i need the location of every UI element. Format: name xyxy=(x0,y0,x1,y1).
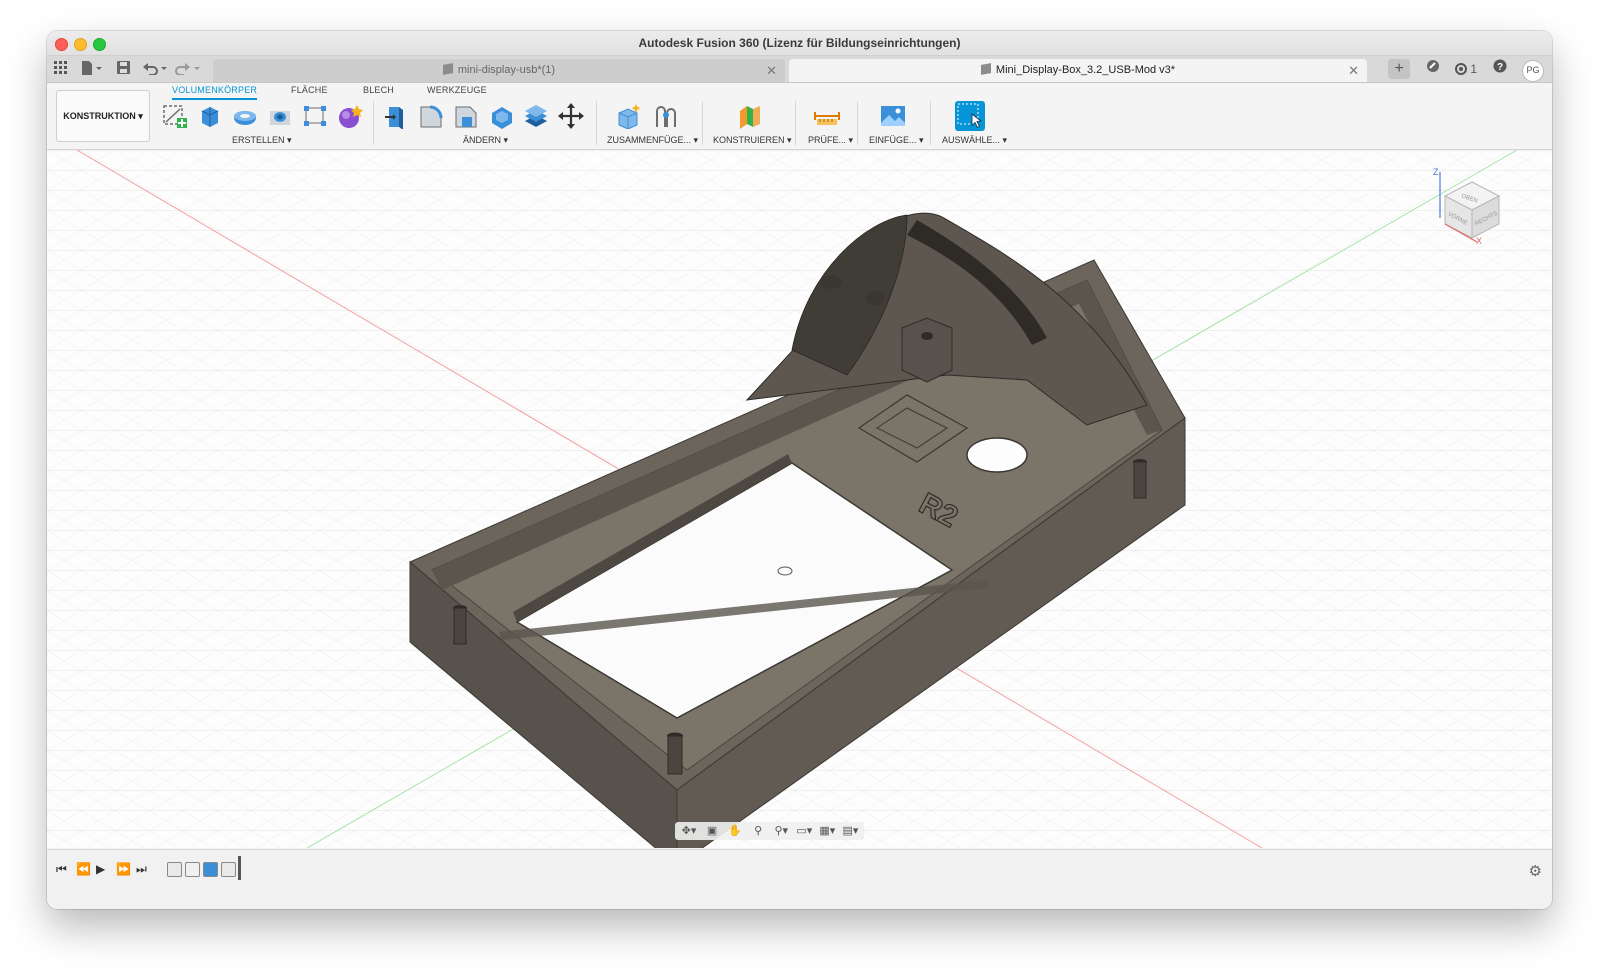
undo-icon[interactable] xyxy=(143,61,171,77)
document-icon xyxy=(980,63,991,75)
combine-icon[interactable] xyxy=(523,103,549,129)
close-tab-icon[interactable]: ✕ xyxy=(1348,59,1359,82)
workspace-switcher[interactable]: KONSTRUKTION ▾ xyxy=(56,90,150,142)
document-tab-bar: mini-display-usb*(1) ✕ Mini_Display-Box_… xyxy=(47,56,1552,83)
group-erstellen[interactable]: ERSTELLEN ▾ xyxy=(232,135,292,146)
ribbon-divider xyxy=(702,101,703,145)
3d-viewport[interactable]: R2 OBEN VORNE RECHTS Z X ✥▾ ▣ ✋ ⚲ ⚲▾ ▭▾ … xyxy=(47,150,1552,848)
timeline-feature-icon[interactable] xyxy=(167,862,182,877)
timeline-marker[interactable] xyxy=(238,856,241,880)
save-icon[interactable] xyxy=(117,61,130,77)
tab-label: mini-display-usb*(1) xyxy=(457,64,556,76)
tab-mini-display-usb[interactable]: mini-display-usb*(1) ✕ xyxy=(213,59,785,82)
tab-blech[interactable]: BLECH xyxy=(363,85,394,98)
step-forward-icon[interactable]: ⏩ xyxy=(116,862,131,876)
go-to-start-icon[interactable]: ⏮ xyxy=(56,862,67,877)
construction-plane-icon[interactable] xyxy=(737,103,763,129)
ribbon-divider xyxy=(373,101,374,145)
screw-hole xyxy=(453,605,467,645)
notification-count: 1 xyxy=(1470,62,1478,76)
new-tab-button[interactable]: + xyxy=(1388,59,1411,79)
group-einfuegen[interactable]: EINFÜGE... ▾ xyxy=(869,135,924,146)
create-form-icon[interactable] xyxy=(337,103,363,129)
tab-flaeche[interactable]: FLÄCHE xyxy=(291,85,328,98)
select-icon[interactable] xyxy=(955,101,985,131)
extrude-icon[interactable] xyxy=(197,103,223,129)
shell-icon[interactable] xyxy=(488,103,514,129)
measure-icon[interactable] xyxy=(814,103,840,129)
screw-hole xyxy=(1133,459,1147,499)
app-window: Autodesk Fusion 360 (Lizenz für Bildungs… xyxy=(47,31,1552,909)
file-menu-icon[interactable] xyxy=(81,61,103,77)
document-icon xyxy=(442,63,453,75)
display-settings-icon[interactable]: ▭▾ xyxy=(794,822,814,840)
tab-werkzeuge[interactable]: WERKZEUGE xyxy=(427,85,487,98)
timeline-extrude-icon[interactable] xyxy=(203,862,218,877)
orbit-icon[interactable]: ✥▾ xyxy=(679,822,699,840)
group-aendern[interactable]: ÄNDERN ▾ xyxy=(463,135,508,146)
extensions-icon[interactable] xyxy=(1423,59,1443,79)
ribbon-divider xyxy=(857,101,858,145)
move-copy-icon[interactable] xyxy=(558,103,584,129)
title-bar: Autodesk Fusion 360 (Lizenz für Bildungs… xyxy=(47,31,1552,56)
go-to-end-icon[interactable]: ⏭ xyxy=(136,862,147,877)
ribbon-divider xyxy=(795,101,796,145)
pattern-icon[interactable] xyxy=(302,103,328,129)
zoom-icon[interactable]: ⚲ xyxy=(748,822,768,840)
user-avatar[interactable]: PG xyxy=(1522,60,1544,82)
toolbar-ribbon: KONSTRUKTION ▾ VOLUMENKÖRPER FLÄCHE BLEC… xyxy=(47,83,1552,150)
hole-icon[interactable] xyxy=(267,103,293,129)
create-sketch-icon[interactable] xyxy=(162,103,188,129)
fit-icon[interactable]: ⚲▾ xyxy=(771,822,791,840)
tab-bar-right-icons: + 1 ? PG xyxy=(1380,59,1544,82)
axis-x-label: X xyxy=(1476,236,1482,246)
joint-icon[interactable] xyxy=(653,103,679,129)
insert-image-icon[interactable] xyxy=(880,103,906,129)
look-at-icon[interactable]: ▣ xyxy=(702,822,722,840)
data-panel-grid-icon[interactable] xyxy=(54,61,68,77)
grid-settings-icon[interactable]: ▦▾ xyxy=(817,822,837,840)
screw-hole xyxy=(667,732,683,775)
gear-icon[interactable]: ⚙ xyxy=(1529,862,1542,880)
revolve-icon[interactable] xyxy=(232,103,258,129)
viewport-canvas[interactable]: R2 OBEN VORNE RECHTS Z X xyxy=(47,150,1552,848)
group-pruefen[interactable]: PRÜFE... ▾ xyxy=(808,135,853,146)
tab-volumenkoerper[interactable]: VOLUMENKÖRPER xyxy=(172,85,258,100)
chamfer-icon[interactable] xyxy=(453,103,479,129)
redo-icon[interactable] xyxy=(175,61,203,77)
group-zusammenfuegen[interactable]: ZUSAMMENFÜGE... ▾ xyxy=(607,135,698,146)
timeline-sketch-icon[interactable] xyxy=(185,862,200,877)
timeline-fillet-icon[interactable] xyxy=(221,862,236,877)
axis-z-label: Z xyxy=(1433,167,1439,177)
close-tab-icon[interactable]: ✕ xyxy=(766,59,777,82)
group-auswaehlen[interactable]: AUSWÄHLE... ▾ xyxy=(942,135,1007,146)
viewports-icon[interactable]: ▤▾ xyxy=(840,822,860,840)
play-icon[interactable]: ▶ xyxy=(96,862,105,876)
timeline: ⏮ ⏪ ▶ ⏩ ⏭ ⚙ xyxy=(47,849,1552,909)
tab-mini-display-box[interactable]: Mini_Display-Box_3.2_USB-Mod v3* ✕ xyxy=(789,59,1367,82)
window-title: Autodesk Fusion 360 (Lizenz für Bildungs… xyxy=(638,36,961,50)
pan-icon[interactable]: ✋ xyxy=(725,822,745,840)
ribbon-divider xyxy=(596,101,597,145)
tab-label: Mini_Display-Box_3.2_USB-Mod v3* xyxy=(995,64,1176,76)
svg-text:?: ? xyxy=(1496,62,1502,73)
group-konstruieren[interactable]: KONSTRUIEREN ▾ xyxy=(713,135,792,146)
new-component-icon[interactable] xyxy=(616,103,642,130)
ribbon-divider xyxy=(930,101,931,145)
job-status-icon[interactable]: 1 xyxy=(1455,59,1477,79)
press-pull-icon[interactable] xyxy=(383,103,409,130)
fillet-icon[interactable] xyxy=(418,103,444,129)
navigation-bar: ✥▾ ▣ ✋ ⚲ ⚲▾ ▭▾ ▦▾ ▤▾ xyxy=(675,822,865,840)
help-icon[interactable]: ? xyxy=(1490,59,1510,79)
step-back-icon[interactable]: ⏪ xyxy=(76,862,91,876)
